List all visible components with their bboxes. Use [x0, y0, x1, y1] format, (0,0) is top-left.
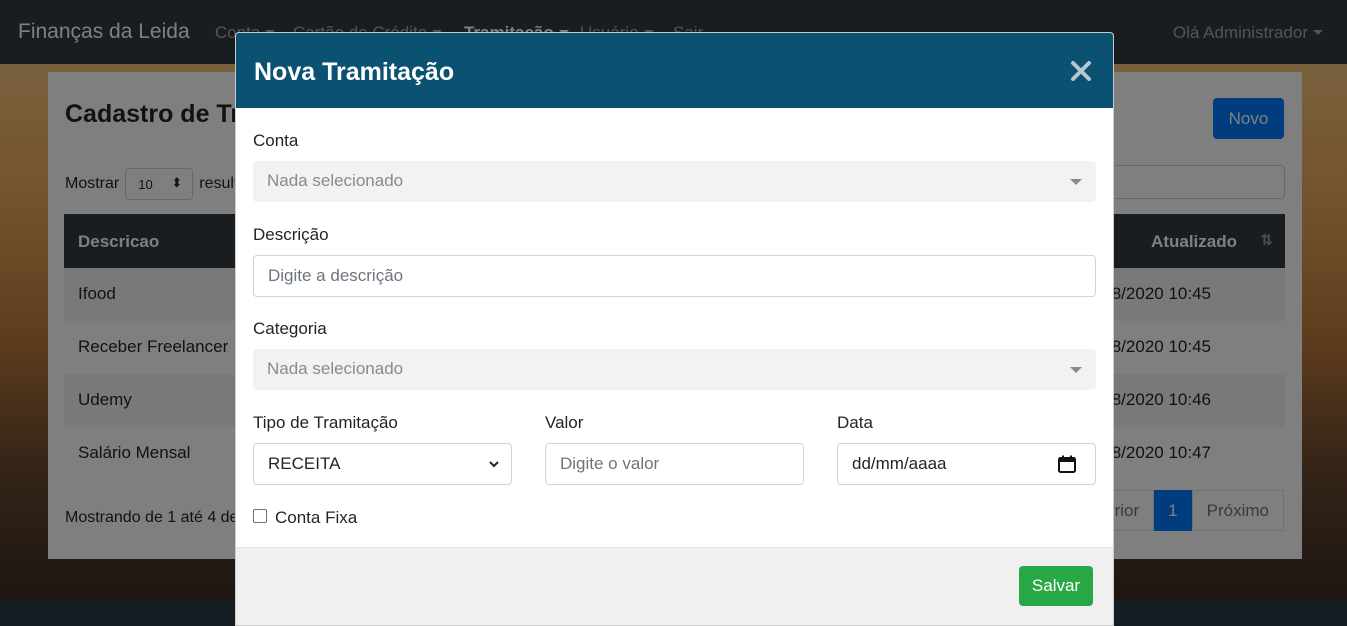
- chevron-down-icon: [1070, 179, 1082, 185]
- descricao-label: Descrição: [253, 225, 329, 244]
- data-input[interactable]: dd/mm/aaaa: [837, 443, 1096, 485]
- chevron-down-icon: [489, 461, 499, 468]
- descricao-input[interactable]: Digite a descrição: [253, 255, 1096, 297]
- save-button[interactable]: Salvar: [1019, 566, 1093, 606]
- valor-label: Valor: [545, 413, 584, 432]
- data-input-value: dd/mm/aaaa: [852, 454, 947, 473]
- categoria-select[interactable]: Nada selecionado: [253, 349, 1096, 390]
- tipo-select-value: RECEITA: [268, 454, 341, 473]
- chevron-down-icon: [1070, 367, 1082, 373]
- conta-select-value: Nada selecionado: [267, 171, 404, 190]
- new-tramitacao-modal: Nova Tramitação Conta Nada selecionado D…: [235, 32, 1114, 626]
- conta-label: Conta: [253, 131, 299, 150]
- conta-fixa-label[interactable]: Conta Fixa: [275, 508, 357, 528]
- conta-select[interactable]: Nada selecionado: [253, 161, 1096, 202]
- categoria-label: Categoria: [253, 319, 327, 338]
- tipo-label: Tipo de Tramitação: [253, 413, 398, 432]
- calendar-icon[interactable]: [1057, 454, 1077, 474]
- tipo-select[interactable]: RECEITA: [253, 443, 512, 485]
- close-icon[interactable]: [1069, 59, 1093, 83]
- modal-header: Nova Tramitação: [236, 33, 1113, 108]
- modal-title: Nova Tramitação: [254, 58, 455, 86]
- valor-input[interactable]: Digite o valor: [545, 443, 804, 485]
- conta-fixa-checkbox[interactable]: [253, 509, 267, 523]
- categoria-select-value: Nada selecionado: [267, 359, 404, 378]
- modal-footer: Salvar: [236, 547, 1113, 625]
- data-label: Data: [837, 413, 873, 432]
